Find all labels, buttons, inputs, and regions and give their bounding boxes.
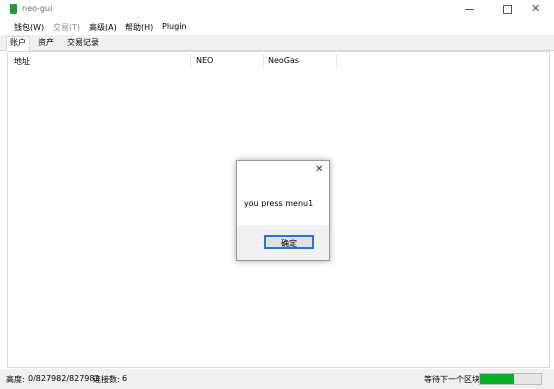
menu-bar: 钱包(W) 交易(T) 高级(A) 帮助(H) Plugin bbox=[0, 19, 554, 35]
minimize-button[interactable] bbox=[452, 0, 486, 19]
connections-value: 6 bbox=[122, 374, 128, 383]
maximize-button[interactable] bbox=[490, 0, 524, 19]
tab-assets[interactable]: 资产 bbox=[35, 37, 57, 50]
status-bar: 高度: 0/827982/827982 连接数: 6 等待下一个区块: bbox=[0, 369, 554, 389]
height-label: 高度: bbox=[6, 375, 25, 384]
menu-plugin[interactable]: Plugin bbox=[162, 22, 187, 31]
dialog-footer: 确定 bbox=[237, 225, 329, 260]
neo-app-icon bbox=[10, 4, 17, 14]
tab-transactions[interactable]: 交易记录 bbox=[64, 37, 102, 50]
close-icon: ✕ bbox=[531, 2, 541, 15]
menu-advanced[interactable]: 高级(A) bbox=[89, 22, 117, 33]
height-value: 0/827982/827982 bbox=[28, 374, 100, 383]
column-separator[interactable] bbox=[336, 54, 337, 67]
column-header-address[interactable]: 地址 bbox=[14, 56, 30, 67]
close-button[interactable]: ✕ bbox=[522, 0, 554, 19]
tab-strip: 账户 资产 交易记录 bbox=[0, 35, 554, 51]
column-header-neo[interactable]: NEO bbox=[196, 56, 213, 65]
tab-accounts[interactable]: 账户 bbox=[6, 36, 30, 51]
block-progress-fill bbox=[480, 374, 514, 384]
title-bar: neo-gui ✕ bbox=[0, 0, 554, 19]
connections-label: 连接数: bbox=[93, 375, 120, 384]
dialog-close-icon[interactable]: ✕ bbox=[315, 165, 323, 175]
window-title: neo-gui bbox=[22, 4, 53, 13]
dialog-message: you press menu1 bbox=[244, 199, 314, 208]
menu-transaction[interactable]: 交易(T) bbox=[53, 22, 80, 33]
menu-wallet[interactable]: 钱包(W) bbox=[14, 22, 44, 33]
column-separator[interactable] bbox=[190, 54, 191, 67]
waiting-block-label: 等待下一个区块: bbox=[424, 375, 483, 384]
column-header-neogas[interactable]: NeoGas bbox=[268, 56, 299, 65]
block-progress-bar bbox=[479, 373, 542, 385]
ok-button[interactable]: 确定 bbox=[264, 235, 314, 249]
column-separator[interactable] bbox=[263, 54, 264, 67]
menu-help[interactable]: 帮助(H) bbox=[125, 22, 153, 33]
message-dialog: ✕ you press menu1 确定 bbox=[236, 160, 330, 261]
